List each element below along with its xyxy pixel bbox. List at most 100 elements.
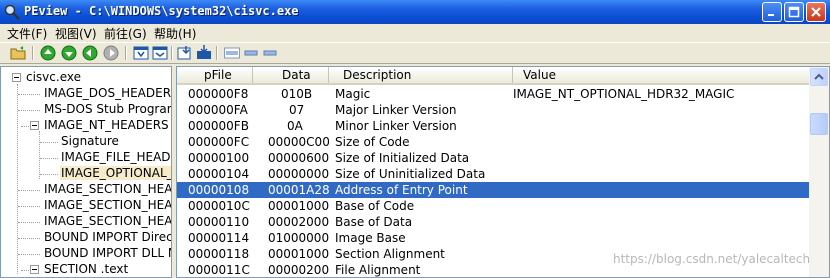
menu-bar: 文件(F) 视图(V) 前往(G) 帮助(H) (0, 24, 830, 42)
tree-connector (18, 222, 40, 223)
close-button[interactable] (806, 2, 826, 22)
column-header-data[interactable]: Data (253, 67, 329, 83)
minimize-icon (768, 14, 774, 16)
cell-pfile: 00000104 (188, 167, 250, 181)
tree-item-section-header-rsrc[interactable]: IMAGE_SECTION_HEADER .rsrc (43, 213, 171, 229)
cell-description: Major Linker Version (335, 103, 457, 117)
menu-help[interactable]: 帮助(H) (151, 25, 199, 42)
tree-item-dos-stub[interactable]: MS-DOS Stub Program (43, 101, 171, 117)
tree-connector (17, 84, 18, 274)
tree-item-bound-import-dir[interactable]: BOUND IMPORT Directory Table (43, 229, 171, 245)
cell-description: Base of Data (335, 215, 413, 229)
toolbar-separator (32, 46, 34, 60)
cell-pfile: 00000100 (188, 151, 250, 165)
tree-item-bound-import-names[interactable]: BOUND IMPORT DLL Names (43, 245, 171, 261)
cell-data: 00002000 (268, 215, 330, 229)
detail-list[interactable]: pFile Data Description Value 000000F8 01… (176, 66, 830, 278)
maximize-button[interactable] (784, 2, 804, 22)
cell-data: 07 (289, 103, 305, 117)
tree-item-optional-header[interactable]: IMAGE_OPTIONAL_HEADER (60, 165, 171, 181)
address-icon[interactable] (224, 45, 241, 61)
cell-description: Magic (335, 87, 371, 101)
tree-item-root[interactable]: cisvc.exe (25, 69, 82, 85)
table-row[interactable]: 00000114 01000000 Image Base (177, 230, 809, 246)
toolbar (0, 42, 830, 64)
cell-description: Image Base (335, 231, 406, 245)
column-header-pfile[interactable]: pFile (177, 67, 253, 83)
tree-view[interactable]: cisvc.exe IMAGE_DOS_HEADER MS-DOS Stub P… (0, 66, 172, 278)
tree-connector (39, 131, 40, 179)
column-header-value[interactable]: Value (513, 67, 809, 83)
cell-description: Size of Uninitialized Data (335, 167, 486, 181)
cell-description: File Alignment (335, 263, 421, 277)
go-forward-icon[interactable] (82, 45, 99, 61)
table-row-selected[interactable]: 00000108 00001A28 Address of Entry Point (177, 182, 809, 198)
cell-data: 00001A28 (268, 183, 330, 197)
detail-icon[interactable] (262, 45, 279, 61)
tree-item-signature[interactable]: Signature (60, 133, 120, 149)
cell-data: 00000C00 (268, 135, 330, 149)
view-qword-icon[interactable] (196, 45, 213, 61)
tree-item-nt-headers[interactable]: IMAGE_NT_HEADERS (43, 117, 170, 133)
tree-connector (18, 254, 40, 255)
tree-connector (18, 94, 40, 95)
window-title: PEview - C:\WINDOWS\system32\cisvc.exe (24, 4, 299, 18)
cell-pfile: 0000010C (188, 199, 250, 213)
cell-pfile: 0000011C (188, 263, 250, 277)
table-row[interactable]: 0000010C 00001000 Base of Code (177, 198, 809, 214)
table-row[interactable]: 000000FC 00000C00 Size of Code (177, 134, 809, 150)
cell-pfile: 000000F8 (188, 87, 249, 101)
toolbar-separator (216, 46, 218, 60)
tree-item-section-header-data[interactable]: IMAGE_SECTION_HEADER .data (43, 197, 171, 213)
chevron-up-icon (814, 73, 824, 80)
scroll-thumb[interactable] (810, 113, 828, 135)
view-word-icon[interactable] (152, 45, 169, 61)
list-icon[interactable] (243, 45, 260, 61)
menu-view[interactable]: 视图(V) (52, 25, 100, 42)
scroll-up-button[interactable] (810, 68, 828, 86)
cell-data: 0A (287, 119, 303, 133)
menu-go[interactable]: 前往(G) (101, 25, 150, 42)
table-row[interactable]: 00000104 00000000 Size of Uninitialized … (177, 166, 809, 182)
vertical-scrollbar[interactable] (809, 67, 829, 277)
column-header-description[interactable]: Description (329, 67, 513, 83)
cell-data: 00000200 (268, 263, 330, 277)
cell-value: IMAGE_NT_OPTIONAL_HDR32_MAGIC (513, 87, 735, 101)
cell-description: Base of Code (335, 199, 415, 213)
collapse-icon[interactable] (30, 121, 39, 130)
tree-item-section-header-text[interactable]: IMAGE_SECTION_HEADER .text (43, 181, 171, 197)
collapse-icon[interactable] (12, 73, 21, 82)
minimize-button[interactable] (762, 2, 782, 22)
table-row[interactable]: 000000F8 010B Magic IMAGE_NT_OPTIONAL_HD… (177, 86, 809, 102)
menu-file[interactable]: 文件(F) (4, 25, 50, 42)
view-byte-icon[interactable] (133, 45, 150, 61)
go-last-icon[interactable] (103, 45, 120, 61)
open-folder-icon[interactable] (10, 45, 27, 61)
cell-pfile: 00000110 (188, 215, 250, 229)
title-bar[interactable]: PEview - C:\WINDOWS\system32\cisvc.exe (0, 0, 830, 24)
go-first-icon[interactable] (40, 45, 57, 61)
cell-pfile: 000000FA (188, 103, 248, 117)
tree-item-dos-header[interactable]: IMAGE_DOS_HEADER (43, 85, 171, 101)
tree-connector (18, 238, 40, 239)
tree-connector (40, 158, 58, 159)
toolbar-separator (125, 46, 127, 60)
cell-data: 00000600 (268, 151, 330, 165)
table-row[interactable]: 000000FB 0A Minor Linker Version (177, 118, 809, 134)
close-icon (811, 7, 821, 17)
tree-item-file-header[interactable]: IMAGE_FILE_HEADER (60, 149, 171, 165)
cell-data: 00001000 (268, 199, 330, 213)
tree-connector (18, 206, 40, 207)
cell-data: 010B (281, 87, 313, 101)
table-row[interactable]: 00000100 00000600 Size of Initialized Da… (177, 150, 809, 166)
view-dword-icon[interactable] (177, 45, 194, 61)
cell-data: 00001000 (268, 247, 330, 261)
table-row[interactable]: 000000FA 07 Major Linker Version (177, 102, 809, 118)
expand-icon[interactable] (30, 265, 39, 274)
table-row[interactable]: 00000110 00002000 Base of Data (177, 214, 809, 230)
go-back-icon[interactable] (61, 45, 78, 61)
cell-pfile: 000000FB (188, 119, 249, 133)
tree-item-section-text[interactable]: SECTION .text (43, 261, 129, 277)
cell-description: Size of Code (335, 135, 410, 149)
cell-description: Size of Initialized Data (335, 151, 470, 165)
